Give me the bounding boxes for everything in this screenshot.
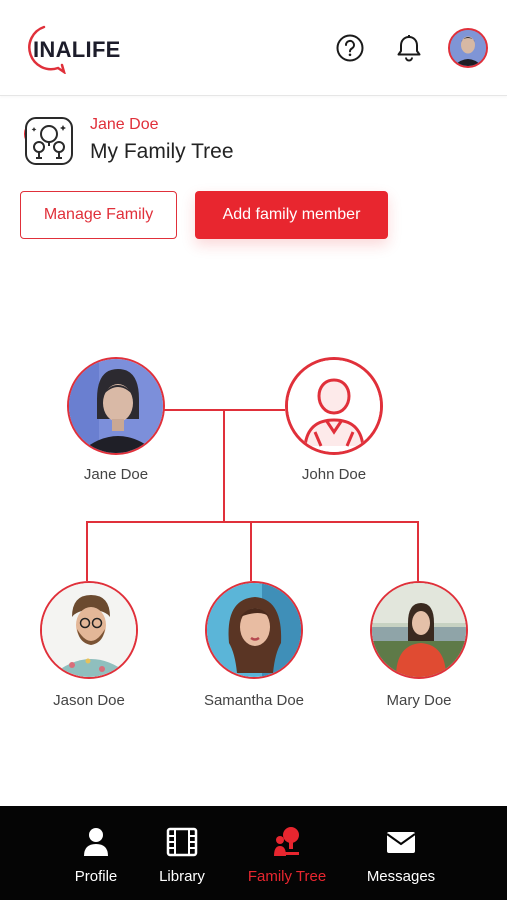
manage-family-button[interactable]: Manage Family [20, 191, 177, 239]
tree-node-label: Jason Doe [53, 692, 125, 709]
bottom-nav: Profile Library Family Tree Messages [0, 806, 507, 900]
family-tree-badge-icon [22, 114, 77, 169]
nav-label-messages: Messages [366, 868, 436, 885]
bell-icon[interactable] [394, 33, 424, 63]
tree-node-jane[interactable] [67, 357, 165, 455]
tree-node-mary[interactable] [370, 581, 468, 679]
envelope-icon [386, 832, 416, 853]
mary-photo [372, 583, 466, 677]
add-family-member-button[interactable]: Add family member [195, 191, 388, 239]
family-tree-icon [274, 827, 299, 856]
tree-node-label: Mary Doe [386, 692, 452, 709]
nav-item-library[interactable]: Library [146, 806, 218, 900]
nav-label-profile: Profile [74, 868, 118, 885]
tree-node-jason[interactable] [40, 581, 138, 679]
samantha-photo [207, 583, 301, 677]
tree-node-label: Jane Doe [83, 466, 149, 483]
tree-owner-name: Jane Doe [90, 116, 159, 133]
person-icon [84, 828, 108, 856]
page-title: My Family Tree [90, 140, 234, 163]
nav-item-family-tree[interactable]: Family Tree [236, 806, 338, 900]
app-header: INALIFE [0, 0, 507, 96]
logo-text: INALIFE [33, 37, 121, 62]
user-avatar[interactable] [448, 28, 488, 68]
tree-node-label: John Doe [301, 466, 367, 483]
nav-label-family-tree: Family Tree [247, 868, 327, 885]
user-placeholder-icon [288, 360, 380, 452]
tree-node-label: Samantha Doe [203, 692, 305, 709]
help-circle-icon[interactable] [335, 33, 365, 63]
nav-label-library: Library [159, 868, 205, 885]
tree-node-samantha[interactable] [205, 581, 303, 679]
inalife-logo[interactable]: INALIFE [20, 24, 130, 75]
film-icon [166, 827, 198, 857]
tree-node-john[interactable] [285, 357, 383, 455]
jason-photo [42, 583, 136, 677]
nav-item-messages[interactable]: Messages [360, 806, 442, 900]
nav-item-profile[interactable]: Profile [60, 806, 132, 900]
jane-photo [69, 359, 163, 453]
